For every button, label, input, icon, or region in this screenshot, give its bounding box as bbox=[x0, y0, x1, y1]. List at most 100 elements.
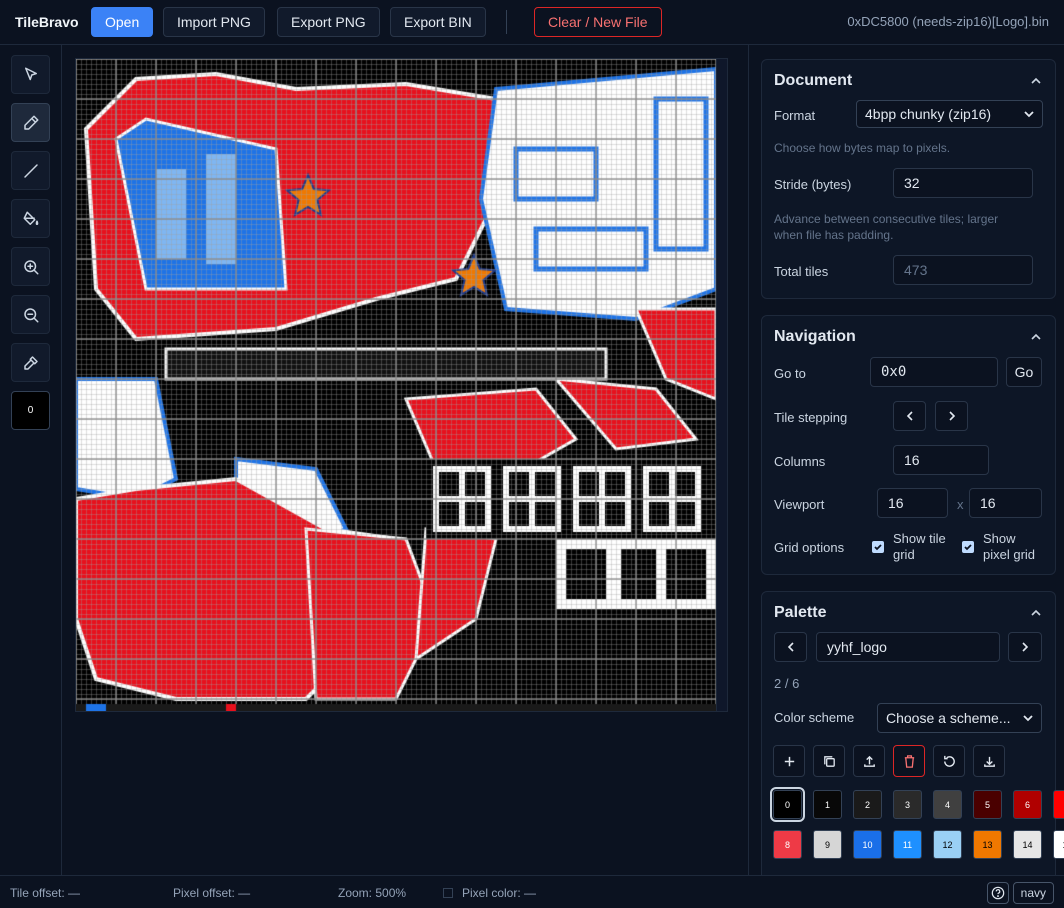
goto-label: Go to bbox=[774, 366, 806, 381]
palette-swatch[interactable]: 8 bbox=[773, 830, 802, 859]
columns-label: Columns bbox=[774, 454, 826, 469]
go-button[interactable]: Go bbox=[1006, 357, 1042, 387]
help-icon bbox=[991, 886, 1005, 900]
tile-offset-readout: Tile offset: — bbox=[10, 886, 81, 900]
palette-prev-button[interactable] bbox=[774, 632, 807, 662]
format-hint: Choose how bytes map to pixels. bbox=[774, 141, 951, 155]
export-bin-button[interactable]: Export BIN bbox=[390, 7, 486, 37]
reset-palette-button[interactable] bbox=[933, 745, 965, 777]
plus-icon bbox=[784, 756, 794, 766]
viewport-height-input[interactable] bbox=[969, 488, 1042, 518]
add-color-button[interactable] bbox=[773, 745, 805, 777]
palette-swatch[interactable]: 4 bbox=[933, 790, 962, 819]
stride-input[interactable] bbox=[893, 168, 1033, 198]
checkmark-icon bbox=[874, 544, 882, 551]
properties-panel: Document Format 4bpp chunky (zip16) Choo… bbox=[748, 45, 1064, 875]
palette-swatch[interactable]: 9 bbox=[813, 830, 842, 859]
trash-icon bbox=[904, 754, 914, 768]
tile-canvas-viewport bbox=[75, 58, 728, 712]
palette-swatch[interactable]: 12 bbox=[933, 830, 962, 859]
palette-swatch[interactable]: 0 bbox=[770, 787, 805, 822]
show-pixel-grid-label: Show pixel grid bbox=[983, 531, 1036, 562]
palette-swatch[interactable]: 14 bbox=[1013, 830, 1042, 859]
zoom-in-tool-button[interactable] bbox=[11, 247, 50, 286]
viewport-label: Viewport bbox=[774, 497, 825, 512]
pixel-color-box bbox=[443, 888, 453, 898]
upload-icon bbox=[863, 755, 875, 767]
upload-palette-button[interactable] bbox=[853, 745, 885, 777]
format-select-value: 4bpp chunky (zip16) bbox=[865, 106, 992, 122]
download-palette-button[interactable] bbox=[973, 745, 1005, 777]
palette-counter: 2 / 6 bbox=[774, 676, 800, 691]
toolbar-divider bbox=[506, 10, 507, 34]
tile-canvas[interactable] bbox=[76, 59, 716, 711]
palette-swatch[interactable]: 7 bbox=[1053, 790, 1064, 819]
chevron-up-icon[interactable] bbox=[1031, 332, 1041, 342]
stride-hint-line-1: Advance between consecutive tiles; large… bbox=[774, 212, 999, 226]
format-label: Format bbox=[774, 108, 816, 123]
zoom-in-icon bbox=[23, 259, 38, 274]
step-next-button[interactable] bbox=[935, 401, 968, 431]
file-name: 0xDC5800 (needs-zip16)[Logo].bin bbox=[847, 14, 1049, 29]
palette-name-input[interactable] bbox=[816, 632, 1000, 662]
export-png-button[interactable]: Export PNG bbox=[277, 7, 380, 37]
navigation-card: Navigation Go to Go Tile stepping Column… bbox=[761, 315, 1056, 575]
status-bar: Tile offset: — Pixel offset: — Zoom: 500… bbox=[0, 875, 1064, 908]
format-select[interactable]: 4bpp chunky (zip16) bbox=[856, 100, 1043, 128]
line-icon bbox=[23, 163, 38, 178]
chevron-up-icon[interactable] bbox=[1031, 76, 1041, 86]
palette-swatch[interactable]: 10 bbox=[853, 830, 882, 859]
theme-toggle-button[interactable]: navy bbox=[1012, 882, 1054, 904]
chevron-right-icon bbox=[948, 411, 955, 421]
current-color-swatch[interactable]: 0 bbox=[11, 391, 50, 430]
show-tile-grid-checkbox[interactable] bbox=[872, 541, 884, 553]
duplicate-palette-button[interactable] bbox=[813, 745, 845, 777]
zoom-out-tool-button[interactable] bbox=[11, 295, 50, 334]
pixel-offset-readout: Pixel offset: — bbox=[173, 886, 251, 900]
chevron-down-icon bbox=[1024, 111, 1034, 118]
viewport-separator: x bbox=[957, 497, 964, 512]
select-tool-button[interactable] bbox=[11, 55, 50, 94]
document-title: Document bbox=[774, 72, 853, 89]
palette-swatch[interactable]: 3 bbox=[893, 790, 922, 819]
delete-palette-button[interactable] bbox=[893, 745, 925, 777]
pencil-icon bbox=[23, 115, 38, 130]
zoom-readout: Zoom: 500% bbox=[338, 886, 407, 900]
undo-icon bbox=[943, 755, 955, 767]
palette-swatch[interactable]: 13 bbox=[973, 830, 1002, 859]
canvas-scrollbar[interactable] bbox=[716, 59, 727, 711]
palette-next-button[interactable] bbox=[1008, 632, 1042, 662]
fill-tool-button[interactable] bbox=[11, 199, 50, 238]
chevron-left-icon bbox=[787, 642, 794, 652]
download-icon bbox=[983, 756, 995, 767]
tool-palette: 0 bbox=[0, 45, 62, 875]
line-tool-button[interactable] bbox=[11, 151, 50, 190]
chevron-up-icon[interactable] bbox=[1031, 608, 1041, 618]
step-prev-button[interactable] bbox=[893, 401, 926, 431]
stride-hint-line-2: when file has padding. bbox=[774, 228, 894, 242]
color-scheme-label: Color scheme bbox=[774, 710, 855, 725]
open-button[interactable]: Open bbox=[91, 7, 154, 37]
viewport-width-input[interactable] bbox=[877, 488, 948, 518]
eyedropper-tool-button[interactable] bbox=[11, 343, 50, 382]
goto-input[interactable] bbox=[870, 357, 998, 387]
columns-input[interactable] bbox=[893, 445, 989, 475]
palette-swatch[interactable]: 5 bbox=[973, 790, 1002, 819]
help-button[interactable] bbox=[987, 882, 1009, 904]
palette-swatch[interactable]: 6 bbox=[1013, 790, 1042, 819]
show-pixel-grid-checkbox[interactable] bbox=[962, 541, 974, 553]
color-scheme-placeholder: Choose a scheme... bbox=[886, 710, 1011, 726]
stride-label: Stride (bytes) bbox=[774, 177, 852, 192]
pencil-tool-button[interactable] bbox=[11, 103, 50, 142]
palette-swatch[interactable]: 11 bbox=[893, 830, 922, 859]
color-scheme-select[interactable]: Choose a scheme... bbox=[877, 703, 1042, 733]
clear-new-file-button[interactable]: Clear / New File bbox=[534, 7, 662, 37]
top-bar: TileBravo Open Import PNG Export PNG Exp… bbox=[0, 0, 1064, 45]
zoom-out-icon bbox=[23, 307, 38, 322]
palette-swatch[interactable]: 15 bbox=[1053, 830, 1064, 859]
import-png-button[interactable]: Import PNG bbox=[163, 7, 265, 37]
palette-swatch[interactable]: 2 bbox=[853, 790, 882, 819]
grid-options-label: Grid options bbox=[774, 540, 845, 555]
palette-swatch[interactable]: 1 bbox=[813, 790, 842, 819]
chevron-down-icon bbox=[1023, 715, 1033, 722]
